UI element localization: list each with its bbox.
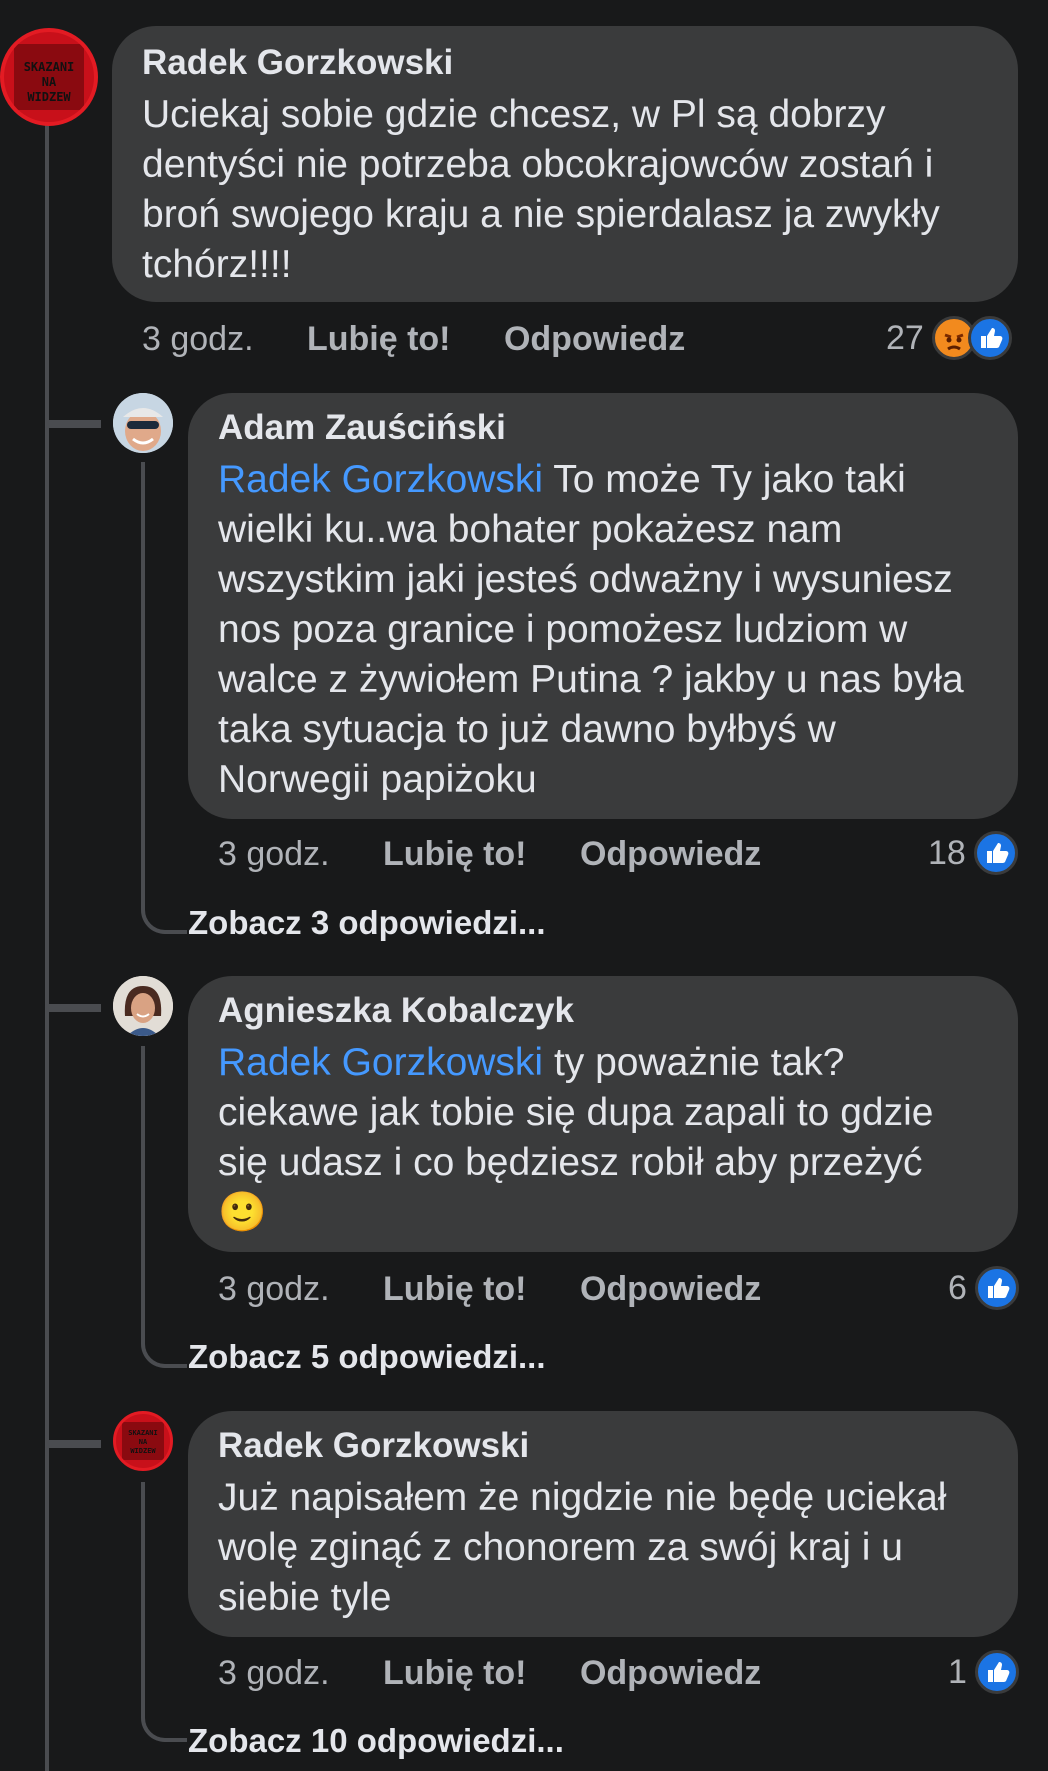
reaction-count: 6: [948, 1268, 967, 1307]
like-button[interactable]: Lubię to!: [383, 1270, 527, 1308]
comment-text: Uciekaj sobie gdzie chcesz, w Pl są dobr…: [142, 93, 940, 286]
thread-elbow-adam: [45, 360, 101, 428]
subthread-elbow-adam: [141, 462, 187, 934]
reply-button[interactable]: Odpowiedz: [580, 1654, 761, 1692]
subthread-elbow-agnieszka: [141, 1046, 187, 1368]
subthread-elbow-radek: [141, 1482, 187, 1742]
avatar-logo-text: SKAZANI NA WIDZEW: [23, 60, 75, 104]
comment-actions: 3 godz. Lubię to! Odpowiedz: [142, 320, 729, 359]
comment-author[interactable]: Adam Zauściński: [218, 407, 988, 449]
reply-horizontal-radek: [49, 1440, 101, 1444]
comment-time[interactable]: 3 godz.: [218, 1654, 330, 1692]
reply-button[interactable]: Odpowiedz: [580, 1270, 761, 1308]
reaction-count: 27: [886, 318, 924, 357]
reply-horizontal-agnieszka: [49, 1004, 101, 1008]
like-reaction-icon: [974, 1650, 1019, 1694]
comment-bubble: Radek Gorzkowski Już napisałem że nigdzi…: [188, 1411, 1018, 1637]
comment-author[interactable]: Radek Gorzkowski: [218, 1425, 988, 1467]
thread-elbow-agnieszka: [45, 944, 101, 1012]
comment-text: Radek Gorzkowski To może Ty jako taki wi…: [218, 458, 964, 801]
comment-text: Już napisałem że nigdzie nie będę ucieka…: [218, 1476, 947, 1619]
comment-text: Radek Gorzkowski ty poważnie tak? ciekaw…: [218, 1041, 934, 1234]
avatar-logo-text: SKAZANI NA WIDZEW: [128, 1429, 158, 1455]
comment-time[interactable]: 3 godz.: [218, 835, 330, 873]
avatar-agnieszka-kobalczyk[interactable]: [113, 976, 173, 1036]
avatar-radek-gorzkowski[interactable]: SKAZANI NA WIDZEW: [113, 1411, 173, 1471]
like-button[interactable]: Lubię to!: [383, 835, 527, 873]
avatar-adam-zauscinski[interactable]: [113, 393, 173, 453]
like-reaction-icon: [973, 831, 1018, 875]
comment-actions: 3 godz. Lubię to! Odpowiedz: [218, 1270, 805, 1309]
avatar-radek-gorzkowski[interactable]: SKAZANI NA WIDZEW: [0, 28, 98, 126]
reply-button[interactable]: Odpowiedz: [504, 320, 685, 358]
reaction-summary[interactable]: 6: [948, 1266, 1019, 1310]
reaction-summary[interactable]: 27: [886, 316, 1012, 360]
like-button[interactable]: Lubię to!: [383, 1654, 527, 1692]
comment-actions: 3 godz. Lubię to! Odpowiedz: [218, 1654, 805, 1693]
like-reaction-icon: [974, 1266, 1019, 1310]
reaction-count: 18: [928, 833, 966, 872]
reaction-summary[interactable]: 18: [928, 831, 1018, 875]
see-replies-link[interactable]: Zobacz 10 odpowiedzi...: [188, 1722, 564, 1760]
comment-bubble: Adam Zauściński Radek Gorzkowski To może…: [188, 393, 1018, 819]
comment-time[interactable]: 3 godz.: [218, 1270, 330, 1308]
comment-bubble: Agnieszka Kobalczyk Radek Gorzkowski ty …: [188, 976, 1018, 1252]
see-replies-link[interactable]: Zobacz 3 odpowiedzi...: [188, 904, 546, 942]
comment-actions: 3 godz. Lubię to! Odpowiedz: [218, 835, 805, 874]
like-button[interactable]: Lubię to!: [307, 320, 451, 358]
comment-author[interactable]: Radek Gorzkowski: [142, 42, 988, 84]
comment-time[interactable]: 3 godz.: [142, 320, 254, 358]
comment-author[interactable]: Agnieszka Kobalczyk: [218, 990, 988, 1032]
reply-button[interactable]: Odpowiedz: [580, 835, 761, 873]
like-reaction-icon: [967, 316, 1012, 360]
reaction-count: 1: [948, 1652, 967, 1691]
comment-bubble: Radek Gorzkowski Uciekaj sobie gdzie chc…: [112, 26, 1018, 302]
see-replies-link[interactable]: Zobacz 5 odpowiedzi...: [188, 1338, 546, 1376]
mention-link[interactable]: Radek Gorzkowski: [218, 1041, 543, 1084]
reply-horizontal-adam: [49, 420, 101, 424]
reaction-summary[interactable]: 1: [948, 1650, 1019, 1694]
smile-emoji-icon: 🙂: [218, 1191, 267, 1234]
mention-link[interactable]: Radek Gorzkowski: [218, 458, 543, 501]
thread-elbow-radek-reply: [45, 1380, 101, 1448]
